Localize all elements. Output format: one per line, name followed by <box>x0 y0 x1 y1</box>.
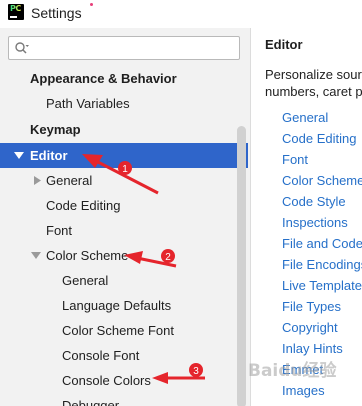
link-copyright[interactable]: Copyright <box>282 320 338 335</box>
expanded-arrow-icon[interactable] <box>30 243 42 268</box>
tree-item-label: Keymap <box>30 122 81 137</box>
link-inspections[interactable]: Inspections <box>282 215 348 230</box>
scrollbar-thumb[interactable] <box>237 126 246 406</box>
tree-item-label: Console Colors <box>62 373 151 388</box>
tree-item-debugger[interactable]: Debugger <box>0 393 236 406</box>
tree-item-editor[interactable]: Editor <box>0 143 248 168</box>
link-file-and-code[interactable]: File and Code <box>282 236 362 251</box>
tree-item-keymap[interactable]: Keymap <box>0 117 236 142</box>
tree-item-label: Editor <box>30 148 68 163</box>
link-inlay-hints[interactable]: Inlay Hints <box>282 341 343 356</box>
link-file-encodings[interactable]: File Encodings <box>282 257 362 272</box>
tree-item-console-colors[interactable]: Console Colors <box>0 368 236 393</box>
tree-item-label: Language Defaults <box>62 298 172 313</box>
expanded-arrow-icon[interactable] <box>13 143 25 168</box>
tree-item-label: Color Scheme Font <box>62 323 174 338</box>
link-code-style[interactable]: Code Style <box>282 194 346 209</box>
link-file-types[interactable]: File Types <box>282 299 341 314</box>
tree-item-label: Console Font <box>62 348 140 363</box>
tree-item-appearance-behavior[interactable]: Appearance & Behavior <box>0 66 236 91</box>
tree-item-label: Appearance & Behavior <box>30 71 177 86</box>
panel-title: Editor <box>265 37 303 52</box>
link-general[interactable]: General <box>282 110 328 125</box>
window-title: Settings <box>31 5 82 21</box>
tree-item-font[interactable]: Font <box>0 218 236 243</box>
tree-item-label: Path Variables <box>46 96 130 111</box>
collapsed-arrow-icon[interactable] <box>31 168 43 193</box>
decorative-dot <box>90 3 93 6</box>
description-line: Personalize source <box>265 67 362 82</box>
settings-sidebar: Appearance & Behavior Path Variables Key… <box>0 28 250 406</box>
tree-item-code-editing[interactable]: Code Editing <box>0 193 236 218</box>
tree-item-label: General <box>62 273 109 288</box>
link-color-scheme[interactable]: Color Scheme <box>282 173 362 188</box>
link-font[interactable]: Font <box>282 152 308 167</box>
editor-settings-panel: Editor Personalize source numbers, caret… <box>251 28 362 406</box>
tree-item-color-scheme-general[interactable]: General <box>0 268 236 293</box>
panel-description: Personalize source numbers, caret p <box>265 66 362 100</box>
link-code-editing[interactable]: Code Editing <box>282 131 356 146</box>
title-bar: PC Settings <box>0 0 362 28</box>
tree-item-general[interactable]: General <box>0 168 236 193</box>
search-box[interactable] <box>8 36 240 60</box>
link-live-templates[interactable]: Live Template <box>282 278 362 293</box>
tree-item-label: Color Scheme <box>46 248 129 263</box>
link-images[interactable]: Images <box>282 383 325 398</box>
tree-item-path-variables[interactable]: Path Variables <box>0 91 236 116</box>
description-line: numbers, caret p <box>265 84 362 99</box>
pycharm-app-icon: PC <box>8 4 24 20</box>
tree-item-color-scheme-font[interactable]: Color Scheme Font <box>0 318 236 343</box>
search-input[interactable] <box>37 40 237 56</box>
tree-item-label: General <box>46 173 93 188</box>
tree-item-color-scheme[interactable]: Color Scheme <box>0 243 236 268</box>
search-icon <box>15 42 29 54</box>
tree-item-console-font[interactable]: Console Font <box>0 343 236 368</box>
tree-item-language-defaults[interactable]: Language Defaults <box>0 293 236 318</box>
tree-item-label: Code Editing <box>46 198 121 213</box>
tree-item-label: Debugger <box>62 398 120 406</box>
tree-item-label: Font <box>46 223 73 238</box>
watermark: Baidu经验 <box>248 361 337 381</box>
